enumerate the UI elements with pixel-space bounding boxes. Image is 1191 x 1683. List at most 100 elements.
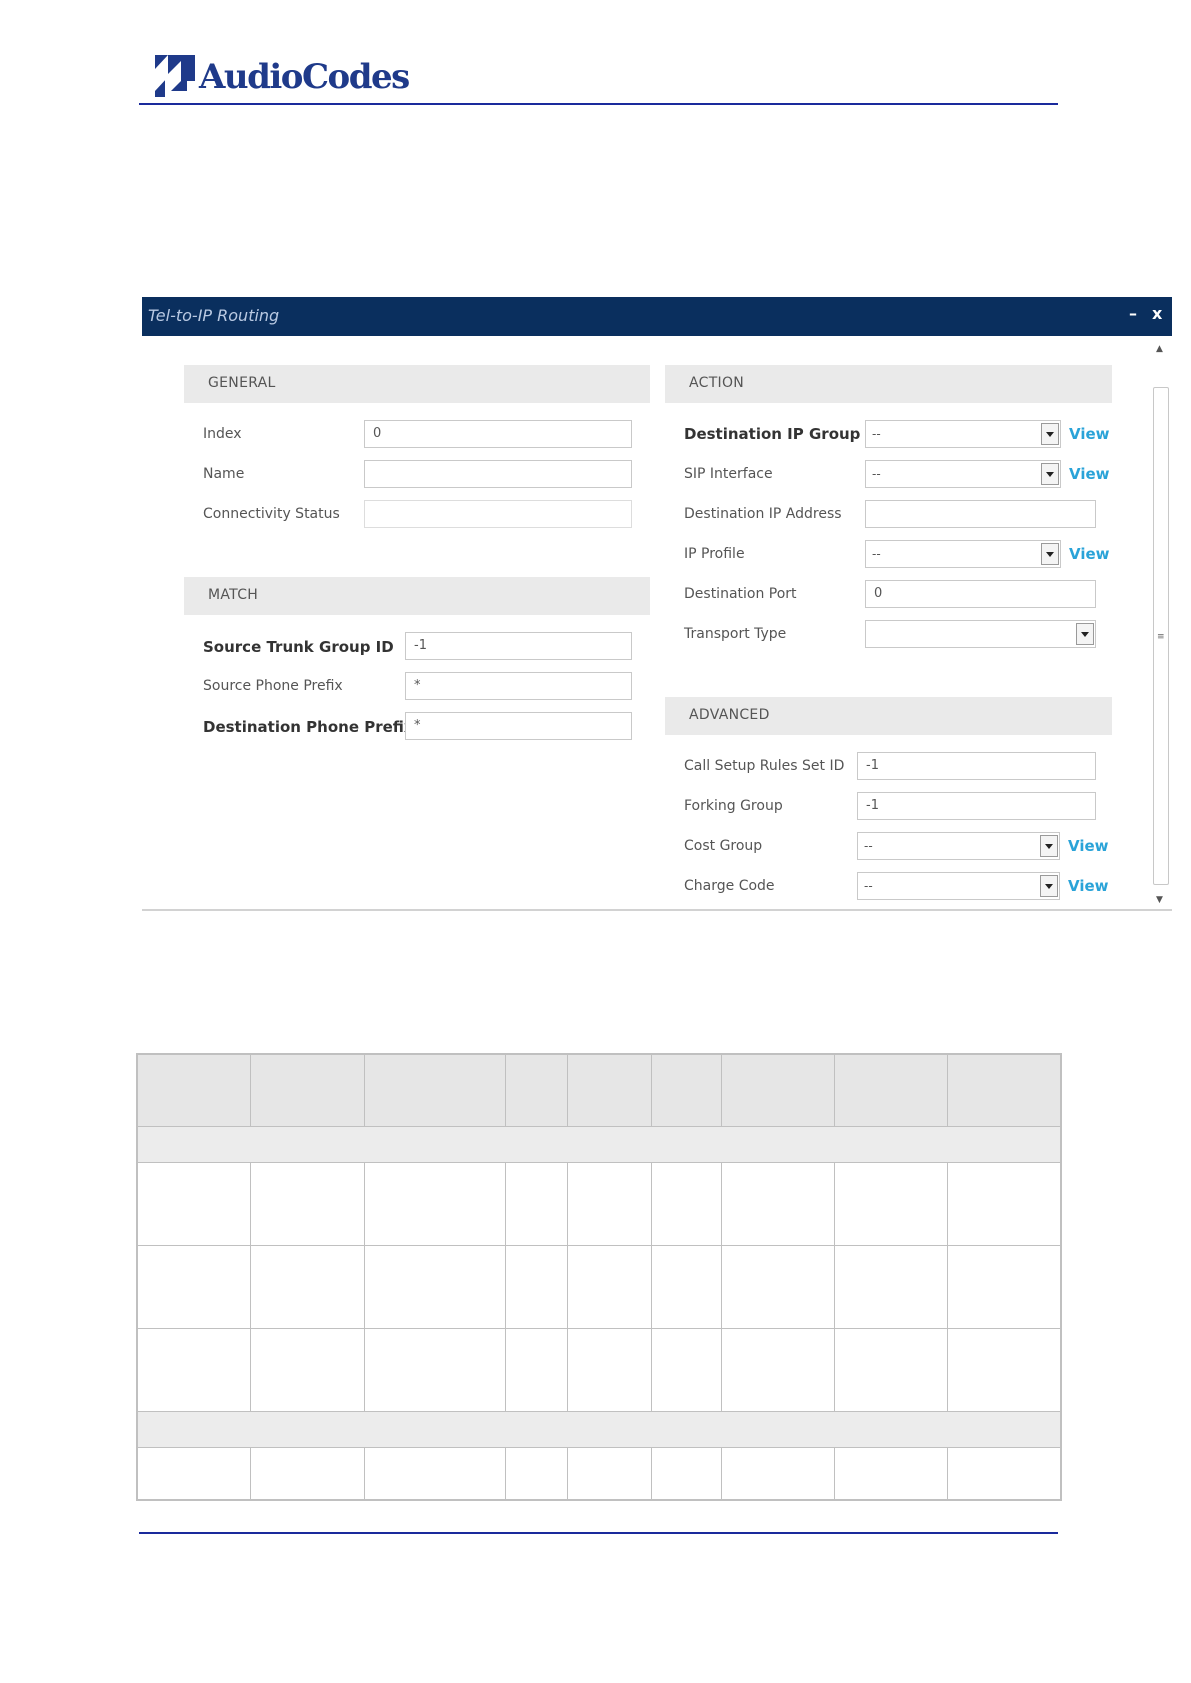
parameters-table [136,1053,1062,1501]
cost-group-select[interactable]: -- [857,832,1060,860]
name-label: Name [203,466,245,482]
table-cell [365,1246,506,1329]
index-field[interactable]: 0 [364,420,632,448]
dialog-title: Tel-to-IP Routing [148,306,280,325]
source-phone-prefix-label: Source Phone Prefix [203,678,343,694]
table-cell [568,1448,652,1499]
table-header-cell [365,1055,506,1127]
action-heading: ACTION [689,375,745,391]
table-header-cell [138,1055,251,1127]
table-header-cell [835,1055,948,1127]
header-rule [139,103,1058,105]
table-cell [506,1246,568,1329]
match-section-header: MATCH [184,577,650,615]
table-cell [652,1329,722,1412]
close-button[interactable]: x [1152,304,1162,323]
chevron-down-icon[interactable] [1040,835,1058,857]
sip-interface-label: SIP Interface [684,466,773,482]
table-cell [251,1329,365,1412]
chevron-down-icon[interactable] [1041,543,1059,565]
table-header-cell [251,1055,365,1127]
table-cell [722,1246,835,1329]
ip-profile-view-link[interactable]: View [1069,545,1110,563]
ip-profile-select[interactable]: -- [865,540,1061,568]
destination-ip-group-value: -- [872,427,881,441]
source-phone-prefix-field[interactable]: * [405,672,632,700]
table-cell [251,1246,365,1329]
scroll-grip-icon: ≡ [1157,632,1165,642]
forking-group-field[interactable]: -1 [857,792,1096,820]
table-cell [948,1329,1060,1412]
table-cell [138,1246,251,1329]
table-header-cell [948,1055,1060,1127]
destination-port-field[interactable]: 0 [865,580,1096,608]
destination-ip-address-field[interactable] [865,500,1096,528]
destination-ip-group-label: Destination IP Group [684,425,861,443]
sip-interface-select[interactable]: -- [865,460,1061,488]
table-cell [251,1448,365,1499]
table-cell [652,1163,722,1246]
general-heading: GENERAL [208,375,276,391]
table-cell [652,1448,722,1499]
charge-code-select[interactable]: -- [857,872,1060,900]
chevron-down-icon[interactable] [1041,423,1059,445]
table-cell [835,1329,948,1412]
ip-profile-value: -- [872,547,881,561]
audiocodes-logo: AudioCodes [141,55,410,103]
table-cell [948,1246,1060,1329]
chevron-down-icon[interactable] [1040,875,1058,897]
call-setup-rules-label: Call Setup Rules Set ID [684,758,845,774]
name-field[interactable] [364,460,632,488]
charge-code-view-link[interactable]: View [1068,877,1109,895]
sip-interface-view-link[interactable]: View [1069,465,1110,483]
table-cell [251,1163,365,1246]
destination-ip-address-label: Destination IP Address [684,506,842,522]
table-cell [506,1329,568,1412]
connectivity-status-label: Connectivity Status [203,506,340,522]
table-cell [365,1329,506,1412]
advanced-heading: ADVANCED [689,707,770,723]
table-cell [835,1448,948,1499]
table-cell [365,1448,506,1499]
table-cell [506,1448,568,1499]
general-section-header: GENERAL [184,365,650,403]
table-cell [568,1163,652,1246]
table-cell [506,1163,568,1246]
footer-rule [139,1532,1058,1534]
scroll-up-icon[interactable]: ▲ [1156,344,1163,354]
chevron-down-icon[interactable] [1041,463,1059,485]
table-cell [835,1163,948,1246]
minimize-button[interactable]: – [1129,304,1137,323]
logo-mark-icon [141,55,195,97]
table-cell [365,1163,506,1246]
source-trunk-group-field[interactable]: -1 [405,632,632,660]
call-setup-rules-field[interactable]: -1 [857,752,1096,780]
connectivity-status-field [364,500,632,528]
table-group-row [138,1127,1060,1163]
cost-group-view-link[interactable]: View [1068,837,1109,855]
table-cell [948,1163,1060,1246]
ip-profile-label: IP Profile [684,546,745,562]
table-cell [568,1329,652,1412]
dialog-titlebar: Tel-to-IP Routing – x [142,297,1172,336]
chevron-down-icon[interactable] [1076,623,1094,645]
transport-type-select[interactable] [865,620,1096,648]
table-cell [568,1246,652,1329]
destination-ip-group-view-link[interactable]: View [1069,425,1110,443]
charge-code-value: -- [864,879,873,893]
destination-phone-prefix-field[interactable]: * [405,712,632,740]
table-header-cell [652,1055,722,1127]
table-cell [835,1246,948,1329]
logo-text: AudioCodes [199,57,410,97]
scroll-down-icon[interactable]: ▼ [1156,895,1163,905]
action-section-header: ACTION [665,365,1112,403]
source-trunk-group-label: Source Trunk Group ID [203,638,394,656]
tel-to-ip-routing-dialog: Tel-to-IP Routing – x ▲ ≡ ▼ GENERAL Inde… [142,297,1172,911]
index-label: Index [203,426,242,442]
destination-phone-prefix-label: Destination Phone Prefix [203,718,414,736]
transport-type-label: Transport Type [684,626,787,642]
table-header-cell [722,1055,835,1127]
destination-ip-group-select[interactable]: -- [865,420,1061,448]
match-heading: MATCH [208,587,259,603]
table-cell [722,1163,835,1246]
